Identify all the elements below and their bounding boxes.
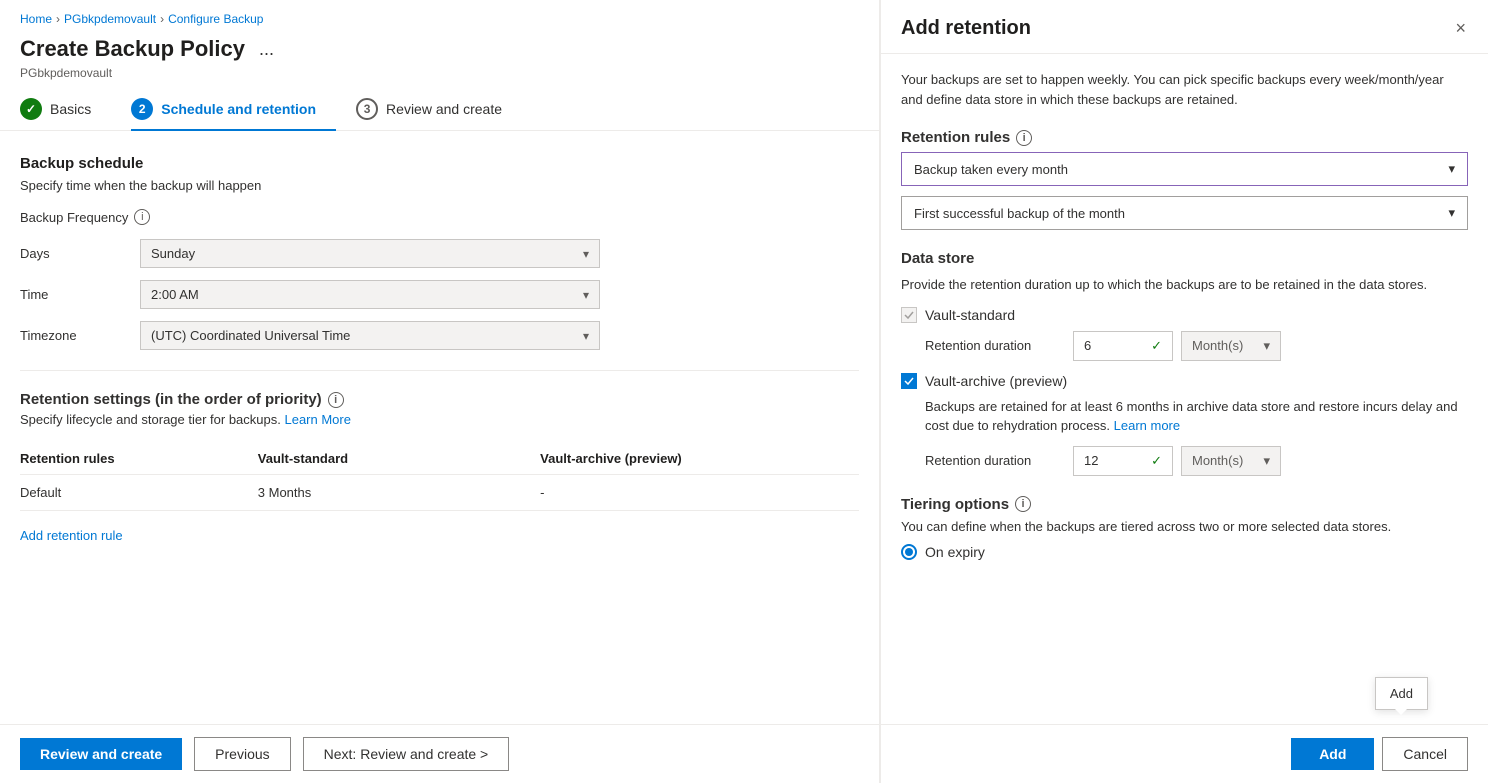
- previous-button[interactable]: Previous: [194, 737, 290, 771]
- data-store-desc: Provide the retention duration up to whi…: [901, 275, 1468, 295]
- tab-schedule-label: Schedule and retention: [161, 101, 316, 117]
- frequency-tooltip-icon[interactable]: i: [134, 209, 150, 225]
- tiering-desc: You can define when the backups are tier…: [901, 519, 1468, 534]
- timezone-row: Timezone (UTC) Coordinated Universal Tim…: [20, 321, 859, 350]
- add-button[interactable]: Add: [1291, 738, 1374, 770]
- review-and-create-button[interactable]: Review and create: [20, 738, 182, 770]
- vault-standard-duration-row: Retention duration 6 ✓ Month(s) ▾: [925, 331, 1468, 361]
- timezone-select[interactable]: (UTC) Coordinated Universal Time ▾: [140, 321, 600, 350]
- footer: Review and create Previous Next: Review …: [0, 724, 879, 783]
- retention-rules-section: Retention rules i Backup taken every mon…: [901, 129, 1468, 230]
- archive-unit-select[interactable]: Month(s) ▾: [1181, 446, 1281, 476]
- breadcrumb-home[interactable]: Home: [20, 12, 52, 26]
- tab-review-label: Review and create: [386, 101, 502, 117]
- panel-content: Your backups are set to happen weekly. Y…: [881, 54, 1488, 724]
- retention-dropdown1[interactable]: Backup taken every month ▾: [901, 152, 1468, 186]
- close-button[interactable]: ×: [1453, 16, 1468, 41]
- time-label: Time: [20, 287, 140, 302]
- right-panel: Add retention × Your backups are set to …: [880, 0, 1488, 783]
- retention-settings-title: Retention settings (in the order of prio…: [20, 391, 859, 408]
- cancel-button[interactable]: Cancel: [1382, 737, 1468, 771]
- learn-more-link[interactable]: Learn More: [284, 412, 350, 427]
- tabs-container: ✓ Basics 2 Schedule and retention 3 Revi…: [0, 88, 879, 131]
- tab-schedule[interactable]: 2 Schedule and retention: [131, 88, 336, 130]
- vault-standard-retention-label: Retention duration: [925, 338, 1065, 353]
- days-row: Days Sunday ▾: [20, 239, 859, 268]
- tab-basics-circle: ✓: [20, 98, 42, 120]
- table-header-rules: Retention rules: [20, 443, 198, 475]
- days-label: Days: [20, 246, 140, 261]
- next-button[interactable]: Next: Review and create >: [303, 737, 510, 771]
- retention-tooltip-icon[interactable]: i: [328, 392, 344, 408]
- panel-footer: Add Add Cancel: [881, 724, 1488, 783]
- panel-description: Your backups are set to happen weekly. Y…: [901, 70, 1468, 109]
- tab-basics-label: Basics: [50, 101, 91, 117]
- vault-archive-row: Vault-archive (preview): [901, 373, 1468, 389]
- tiering-section: Tiering options i You can define when th…: [901, 496, 1468, 560]
- archive-learn-more-link[interactable]: Learn more: [1114, 418, 1180, 433]
- table-cell-rule: Default: [20, 475, 198, 511]
- table-header-vault-standard: Vault-standard: [198, 443, 480, 475]
- archive-duration-row: Retention duration 12 ✓ Month(s) ▾: [925, 446, 1468, 476]
- page-subtitle: PGbkpdemovault: [0, 66, 879, 80]
- retention-rules-title: Retention rules i: [901, 129, 1468, 146]
- backup-schedule-title: Backup schedule: [20, 155, 859, 172]
- time-select[interactable]: 2:00 AM ▾: [140, 280, 600, 309]
- breadcrumb-vault[interactable]: PGbkpdemovault: [64, 12, 156, 26]
- time-row: Time 2:00 AM ▾: [20, 280, 859, 309]
- on-expiry-label: On expiry: [925, 544, 985, 560]
- check-icon: ✓: [1151, 338, 1162, 354]
- table-cell-vault-standard: 3 Months: [198, 475, 480, 511]
- data-store-title: Data store: [901, 250, 1468, 267]
- ellipsis-button[interactable]: ...: [253, 37, 280, 62]
- tiering-tooltip-icon[interactable]: i: [1015, 496, 1031, 512]
- breadcrumb-configure[interactable]: Configure Backup: [168, 12, 263, 26]
- timezone-chevron-icon: ▾: [583, 329, 589, 343]
- retention-rules-tooltip-icon[interactable]: i: [1016, 130, 1032, 146]
- archive-duration-input[interactable]: 12 ✓: [1073, 446, 1173, 476]
- breadcrumb: Home › PGbkpdemovault › Configure Backup: [0, 0, 879, 32]
- tab-review[interactable]: 3 Review and create: [356, 88, 522, 130]
- on-expiry-radio[interactable]: [901, 544, 917, 560]
- vault-standard-checkbox[interactable]: [901, 307, 917, 323]
- vault-standard-row: Vault-standard: [901, 307, 1468, 323]
- retention-settings-desc: Specify lifecycle and storage tier for b…: [20, 412, 859, 427]
- table-header-vault-archive: Vault-archive (preview): [480, 443, 859, 475]
- tab-review-circle: 3: [356, 98, 378, 120]
- vault-archive-checkbox[interactable]: [901, 373, 917, 389]
- days-chevron-icon: ▾: [583, 247, 589, 261]
- tab-basics[interactable]: ✓ Basics: [20, 88, 111, 130]
- vault-standard-label: Vault-standard: [925, 307, 1015, 323]
- main-content: Backup schedule Specify time when the ba…: [0, 131, 879, 724]
- on-expiry-row: On expiry: [901, 544, 1468, 560]
- archive-retention-label: Retention duration: [925, 453, 1065, 468]
- data-store-section: Data store Provide the retention duratio…: [901, 250, 1468, 476]
- vault-standard-duration-input[interactable]: 6 ✓: [1073, 331, 1173, 361]
- dropdown2-chevron-icon: ▾: [1448, 205, 1455, 221]
- add-retention-link[interactable]: Add retention rule: [20, 528, 123, 543]
- time-chevron-icon: ▾: [583, 288, 589, 302]
- panel-header: Add retention ×: [881, 0, 1488, 54]
- vault-standard-unit-select[interactable]: Month(s) ▾: [1181, 331, 1281, 361]
- archive-unit-chevron-icon: ▾: [1263, 453, 1270, 469]
- add-tooltip: Add: [1375, 677, 1428, 710]
- panel-title: Add retention: [901, 17, 1031, 40]
- timezone-label: Timezone: [20, 328, 140, 343]
- archive-check-icon: ✓: [1151, 453, 1162, 469]
- retention-dropdown2[interactable]: First successful backup of the month ▾: [901, 196, 1468, 230]
- archive-info: Backups are retained for at least 6 mont…: [925, 397, 1468, 436]
- vault-archive-label: Vault-archive (preview): [925, 373, 1067, 389]
- tiering-title: Tiering options i: [901, 496, 1468, 513]
- tab-schedule-circle: 2: [131, 98, 153, 120]
- table-row: Default 3 Months -: [20, 475, 859, 511]
- backup-schedule-desc: Specify time when the backup will happen: [20, 178, 859, 193]
- unit-chevron-icon: ▾: [1263, 338, 1270, 354]
- dropdown1-chevron-icon: ▾: [1448, 161, 1455, 177]
- radio-inner: [905, 548, 913, 556]
- retention-table: Retention rules Vault-standard Vault-arc…: [20, 443, 859, 511]
- page-title: Create Backup Policy: [20, 36, 245, 62]
- table-cell-vault-archive: -: [480, 475, 859, 511]
- backup-frequency-label: Backup Frequency i: [20, 209, 859, 225]
- days-select[interactable]: Sunday ▾: [140, 239, 600, 268]
